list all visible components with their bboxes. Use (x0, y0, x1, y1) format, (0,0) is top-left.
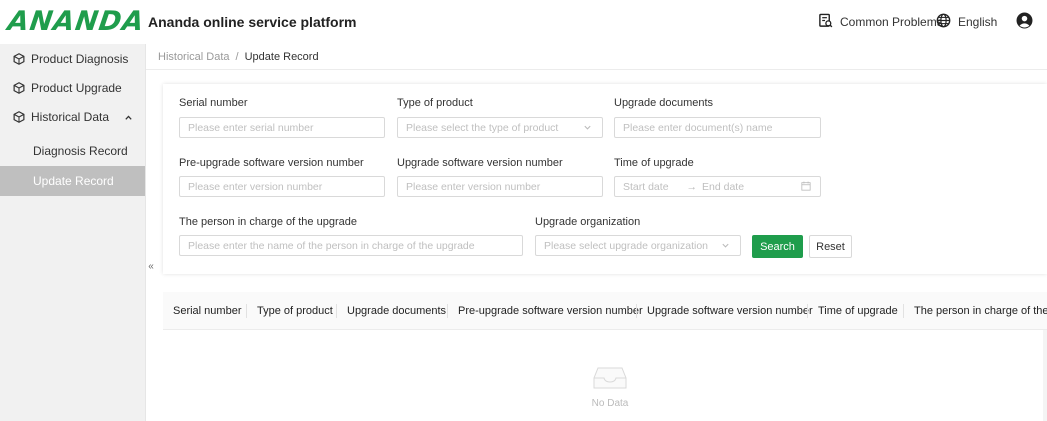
user-avatar[interactable] (1016, 12, 1040, 32)
sidebar-item-label: Diagnosis Record (33, 144, 128, 158)
column-header[interactable]: Pre-upgrade software version number (458, 292, 643, 329)
serial-number-label: Serial number (179, 97, 248, 109)
column-header[interactable]: Serial number (173, 292, 241, 329)
table-header: Serial number Type of product Upgrade do… (163, 292, 1047, 330)
column-divider (447, 304, 448, 318)
language-label: English (958, 15, 998, 29)
user-icon (1016, 12, 1040, 32)
calendar-icon (801, 181, 811, 194)
column-divider (246, 304, 247, 318)
table-scrollbar[interactable] (1043, 330, 1047, 421)
brand-logo[interactable]: ANANDA (6, 6, 147, 37)
chevron-down-icon (721, 241, 730, 253)
pre-version-label: Pre-upgrade software version number (179, 157, 364, 169)
language-switcher[interactable]: English (936, 13, 997, 31)
sidebar-item-historical-data[interactable]: Historical Data (0, 102, 145, 132)
cube-icon (13, 53, 25, 65)
person-in-charge-label: The person in charge of the upgrade (179, 216, 357, 228)
common-problems-label: Common Problems (840, 15, 943, 29)
column-divider (336, 304, 337, 318)
range-arrow: → (686, 180, 698, 193)
upgrade-version-field[interactable] (406, 180, 602, 193)
product-type-placeholder: Please select the type of product (406, 121, 559, 134)
end-date-placeholder[interactable]: End date (702, 181, 744, 193)
person-in-charge-input[interactable] (179, 235, 523, 256)
sidebar-collapse-button[interactable]: « (146, 258, 156, 276)
globe-icon (936, 13, 958, 31)
document-search-icon (818, 13, 840, 31)
sidebar-item-diagnosis-record[interactable]: Diagnosis Record (0, 136, 145, 166)
upgrade-documents-field[interactable] (623, 121, 820, 134)
person-in-charge-field[interactable] (188, 239, 522, 252)
sidebar-item-product-upgrade[interactable]: Product Upgrade (0, 73, 145, 103)
column-header[interactable]: Type of product (257, 292, 333, 329)
empty-text: No Data (591, 398, 629, 409)
upgrade-version-label: Upgrade software version number (397, 157, 563, 169)
empty-inbox-icon (592, 367, 628, 394)
upgrade-organization-label: Upgrade organization (535, 216, 641, 228)
common-problems-link[interactable]: Common Problems (818, 13, 943, 31)
serial-number-field[interactable] (188, 121, 384, 134)
column-divider (807, 304, 808, 318)
sidebar-item-label: Product Diagnosis (31, 52, 129, 66)
breadcrumb-current: Update Record (244, 50, 319, 63)
cube-icon (13, 111, 25, 123)
column-header[interactable]: Time of upgrade (818, 292, 898, 329)
serial-number-input[interactable] (179, 117, 385, 138)
reset-button[interactable]: Reset (809, 235, 852, 258)
product-type-select[interactable]: Please select the type of product (397, 117, 603, 138)
sidebar-item-label: Update Record (33, 174, 114, 188)
upgrade-documents-label: Upgrade documents (614, 97, 714, 109)
sidebar-item-label: Product Upgrade (31, 81, 122, 95)
column-header[interactable]: Upgrade documents (347, 292, 446, 329)
breadcrumb-separator: / (235, 50, 239, 63)
breadcrumb-parent[interactable]: Historical Data (158, 51, 230, 63)
upgrade-documents-input[interactable] (614, 117, 821, 138)
upgrade-version-input[interactable] (397, 176, 603, 197)
upgrade-time-range-picker[interactable]: Start date → End date (614, 176, 821, 197)
top-header: ANANDA Ananda online service platform Co… (0, 0, 1047, 44)
column-divider (636, 304, 637, 318)
product-type-label: Type of product (397, 97, 473, 109)
chevron-up-icon (124, 111, 133, 125)
pre-version-field[interactable] (188, 180, 384, 193)
sidebar-item-update-record[interactable]: Update Record (0, 166, 145, 196)
cube-icon (13, 82, 25, 94)
upgrade-organization-placeholder: Please select upgrade organization (544, 239, 709, 252)
empty-state: No Data (560, 365, 660, 409)
start-date-placeholder[interactable]: Start date (623, 181, 669, 193)
sidebar-item-product-diagnosis[interactable]: Product Diagnosis (0, 44, 145, 74)
pre-version-input[interactable] (179, 176, 385, 197)
column-divider (903, 304, 904, 318)
app-title: Ananda online service platform (148, 14, 357, 30)
column-header[interactable]: Upgrade software version number (647, 292, 813, 329)
upgrade-organization-select[interactable]: Please select upgrade organization (535, 235, 741, 256)
search-button[interactable]: Search (752, 235, 803, 258)
breadcrumb: Historical Data / Update Record (146, 44, 1047, 70)
chevron-down-icon (583, 123, 592, 135)
sidebar: Product Diagnosis Product Upgrade Histor… (0, 44, 146, 421)
sidebar-item-label: Historical Data (31, 110, 110, 124)
column-header[interactable]: The person in charge of the up (914, 292, 1047, 329)
upgrade-time-label: Time of upgrade (614, 157, 694, 169)
